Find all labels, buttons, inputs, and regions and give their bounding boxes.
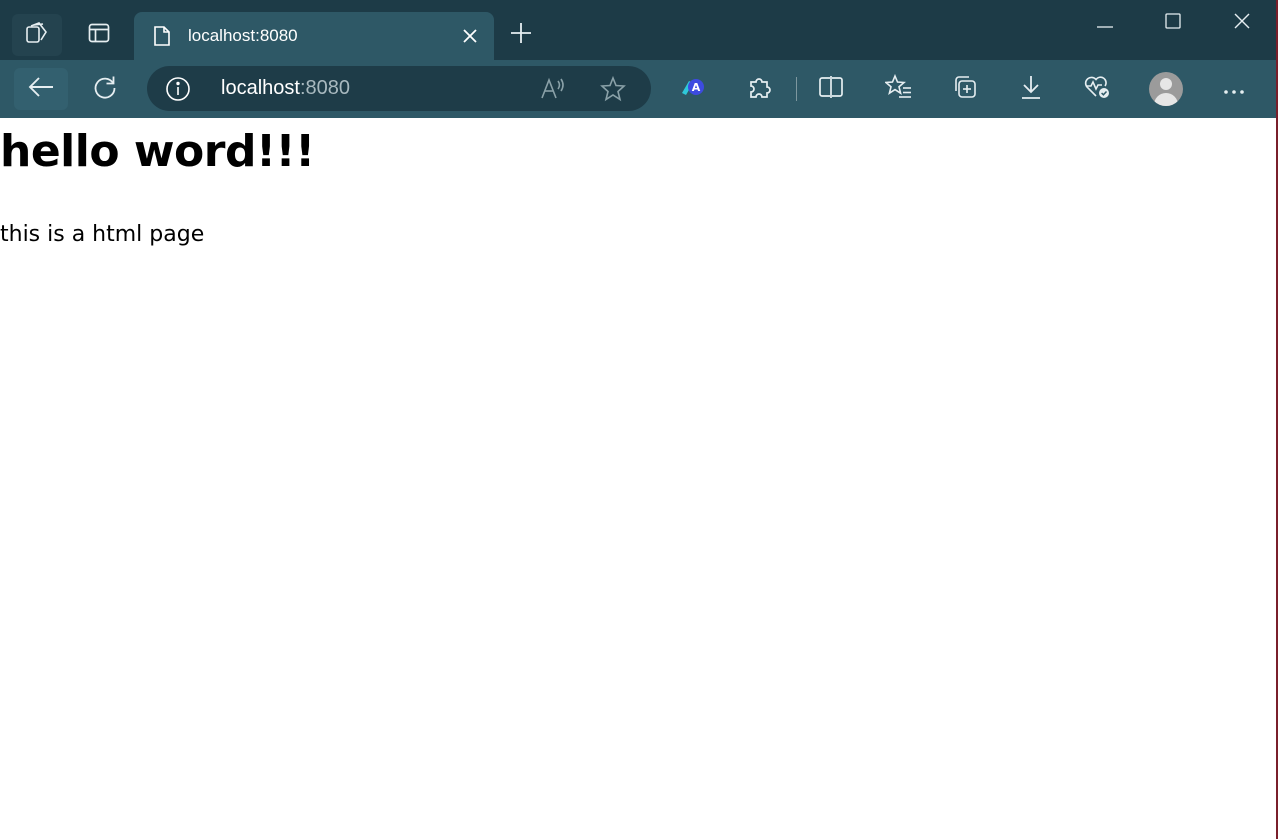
downloads-button[interactable] — [1009, 68, 1053, 110]
split-screen-icon — [818, 75, 844, 103]
split-screen-button[interactable] — [809, 68, 853, 110]
url-text[interactable]: localhost:8080 — [221, 77, 350, 100]
refresh-button[interactable] — [83, 68, 127, 110]
profile-button[interactable] — [1144, 68, 1188, 110]
read-aloud-icon[interactable] — [535, 72, 571, 106]
download-icon — [1019, 74, 1043, 104]
more-dots-icon — [1223, 80, 1245, 99]
extension-logo-icon: A — [678, 77, 706, 101]
address-bar[interactable]: localhost:8080 — [147, 66, 651, 111]
browser-essentials-button[interactable] — [1075, 68, 1119, 110]
vertical-tabs-icon — [87, 21, 111, 49]
browser-toolbar: localhost:8080 A — [0, 60, 1276, 118]
url-host: localhost — [221, 77, 300, 99]
extension-button[interactable]: A — [670, 68, 714, 110]
vertical-tabs-button[interactable] — [76, 14, 122, 56]
active-tab[interactable]: localhost:8080 — [134, 12, 494, 60]
browser-window: localhost:8080 localhost:8080 A hello wo… — [0, 0, 1278, 839]
collections-button[interactable] — [943, 68, 987, 110]
page-heading: hello word!!! — [0, 126, 315, 177]
svg-text:A: A — [692, 81, 701, 94]
refresh-icon — [92, 74, 118, 104]
plus-icon — [510, 22, 532, 48]
heart-pulse-icon — [1083, 74, 1111, 104]
toolbar-divider — [796, 77, 797, 101]
tab-title: localhost:8080 — [188, 26, 298, 45]
page-paragraph: this is a html page — [0, 222, 205, 247]
puzzle-icon — [746, 74, 772, 104]
favorites-list-icon — [884, 73, 913, 104]
close-icon[interactable] — [452, 18, 488, 54]
page-content: hello word!!! this is a html page — [0, 118, 1276, 839]
info-icon[interactable] — [163, 74, 193, 104]
window-close-button[interactable] — [1208, 0, 1276, 46]
tab-actions-button[interactable] — [12, 14, 62, 56]
minimize-icon — [1097, 14, 1113, 33]
tab-actions-icon — [24, 20, 50, 50]
minimize-button[interactable] — [1071, 0, 1139, 46]
maximize-button[interactable] — [1139, 0, 1207, 46]
back-button[interactable] — [14, 68, 68, 110]
favorites-button[interactable] — [877, 68, 921, 110]
more-button[interactable] — [1212, 68, 1256, 110]
maximize-icon — [1165, 13, 1181, 33]
tab-strip: localhost:8080 — [0, 0, 1276, 60]
page-document-icon — [150, 24, 174, 48]
star-icon[interactable] — [595, 72, 631, 106]
profile-avatar-icon — [1149, 72, 1183, 106]
extensions-button[interactable] — [737, 68, 781, 110]
back-arrow-icon — [28, 76, 54, 102]
new-tab-button[interactable] — [498, 14, 544, 56]
close-icon — [1234, 13, 1250, 33]
url-port: :8080 — [299, 77, 350, 99]
collections-icon — [952, 74, 978, 104]
